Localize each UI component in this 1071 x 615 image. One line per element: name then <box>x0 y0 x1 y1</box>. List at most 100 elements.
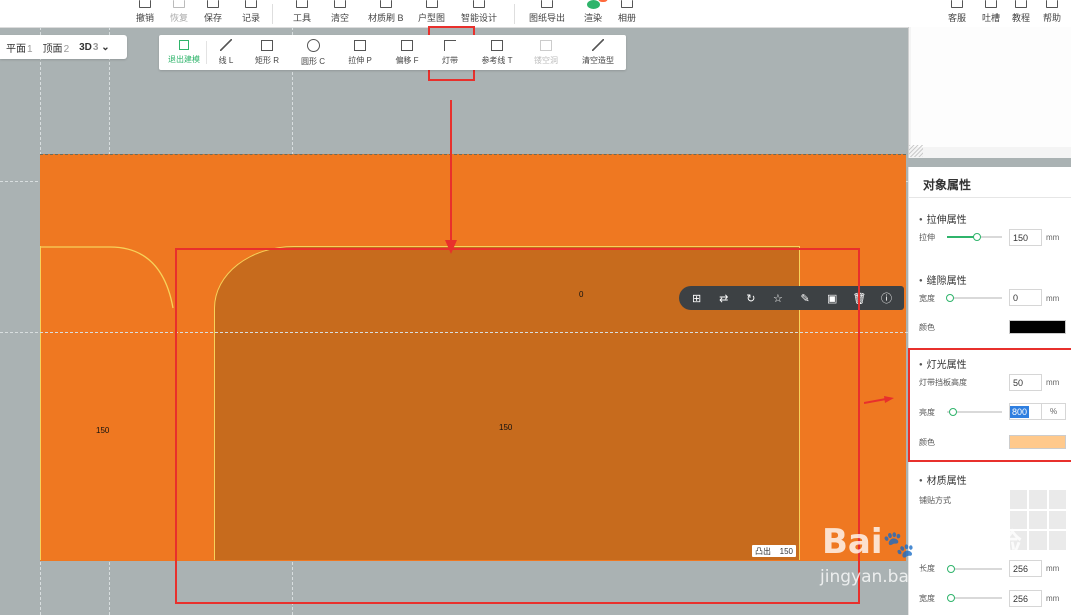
chevron-down-icon: ⌄ <box>101 41 110 53</box>
light-strip-tool-button[interactable]: 灯带 <box>434 35 466 70</box>
album-button[interactable]: 相册 <box>618 0 636 27</box>
save-label: 保存 <box>204 13 223 23</box>
circle-icon <box>306 38 320 52</box>
floorplan-button[interactable]: 户型图 <box>418 0 445 27</box>
floorplan-icon <box>425 0 438 8</box>
resize-handle[interactable] <box>909 145 923 157</box>
floorplan-label: 户型图 <box>418 13 446 23</box>
material-width-slider[interactable] <box>947 594 1002 602</box>
brightness-input[interactable]: 800 <box>1009 403 1042 420</box>
history-button[interactable]: 记录 <box>242 0 260 27</box>
brightness-unit: % <box>1042 403 1066 420</box>
album-icon <box>621 0 633 8</box>
brightness-slider[interactable] <box>947 408 1002 416</box>
clear-button[interactable]: 清空 <box>331 0 349 27</box>
length-input[interactable]: 256 <box>1009 560 1042 577</box>
material-width-slider-knob[interactable] <box>947 594 955 602</box>
view-3d[interactable]: 3D3 ⌄ <box>79 42 110 53</box>
offset-tool-button[interactable]: 偏移 F <box>389 35 425 70</box>
undo-icon <box>139 0 151 8</box>
customer-service-button[interactable]: 客服 <box>948 0 966 27</box>
clear-shape-tool-button[interactable]: 清空造型 <box>578 35 618 70</box>
hollow-icon <box>540 39 552 51</box>
material-brush-label: 材质刷 B <box>368 13 404 23</box>
light-color-swatch[interactable] <box>1009 435 1066 449</box>
length-unit: mm <box>1046 564 1060 573</box>
tools-button[interactable]: 工具 <box>293 0 311 27</box>
smart-design-button[interactable]: 智能设计 <box>461 0 497 27</box>
toolbar-divider <box>206 41 207 64</box>
line-tool-button[interactable]: 线 L <box>211 35 241 70</box>
rectangle-tool-button[interactable]: 矩形 R <box>249 35 285 70</box>
gap-color-swatch[interactable] <box>1009 320 1066 334</box>
paste-option[interactable] <box>1010 490 1028 509</box>
paste-method-label: 铺贴方式 <box>919 496 951 505</box>
undo-label: 撤销 <box>136 13 155 23</box>
feedback-label: 吐槽 <box>982 13 1001 23</box>
paste-option[interactable] <box>1029 510 1047 530</box>
paste-option[interactable] <box>1048 531 1066 550</box>
light-strip-icon <box>444 39 456 51</box>
extrude-tool-button[interactable]: 拉伸 P <box>342 35 378 70</box>
exit-modeling-button[interactable]: 退出建模 <box>164 35 204 70</box>
circle-tool-button[interactable]: 圆形 C <box>295 35 331 70</box>
view-top[interactable]: 顶面2 <box>43 40 70 55</box>
rectangle-icon <box>261 39 273 51</box>
brightness-value-selected: 800 <box>1010 405 1030 418</box>
dimension-label: 150 <box>96 426 110 435</box>
help-button[interactable]: 帮助 <box>1043 0 1061 27</box>
toolbar-divider <box>514 4 515 24</box>
stretch-input[interactable]: 150 <box>1009 229 1042 246</box>
help-label: 帮助 <box>1043 13 1062 23</box>
brush-icon <box>379 0 392 8</box>
eraser-icon <box>592 39 604 51</box>
brightness-slider-knob[interactable] <box>949 408 957 416</box>
extrude-icon <box>354 39 366 51</box>
export-drawing-button[interactable]: 图纸导出 <box>529 0 565 27</box>
gap-color-label: 颜色 <box>919 323 935 332</box>
save-icon <box>207 0 219 8</box>
save-button[interactable]: 保存 <box>204 0 222 27</box>
hollow-tool-button[interactable]: 镂空洞 <box>529 35 563 70</box>
material-section-title: 材质属性 <box>919 472 967 487</box>
paste-option[interactable] <box>1048 510 1066 530</box>
3d-preview-viewport[interactable] <box>911 27 1071 147</box>
view-plan[interactable]: 平面1 <box>6 40 33 55</box>
material-width-input[interactable]: 256 <box>1009 590 1042 607</box>
gap-width-slider[interactable] <box>946 294 1002 302</box>
top-toolbar: 撤销 恢复 保存 记录 工具 清空 材质刷 B 户型图 智能设计 图纸导出 渲染 <box>0 0 1071 28</box>
tools-icon <box>296 0 308 8</box>
redo-button[interactable]: 恢复 <box>170 0 188 27</box>
smart-design-icon <box>473 0 485 8</box>
tutorial-button[interactable]: 教程 <box>1012 0 1030 27</box>
watermark-url: jingyan.baidu.com <box>820 567 977 587</box>
render-button[interactable]: 渲染 <box>584 0 608 27</box>
material-brush-button[interactable]: 材质刷 B <box>368 0 404 27</box>
gap-width-unit: mm <box>1046 294 1060 303</box>
gap-section-title: 缝隙属性 <box>919 272 967 287</box>
material-width-unit: mm <box>1046 594 1060 603</box>
feedback-button[interactable]: 吐槽 <box>982 0 1000 27</box>
stretch-slider[interactable] <box>947 233 1002 241</box>
render-icon <box>586 0 608 9</box>
paw-icon: 🐾 <box>882 530 915 560</box>
paste-option[interactable] <box>1029 531 1047 550</box>
gap-width-input[interactable]: 0 <box>1009 289 1042 306</box>
light-color-label: 颜色 <box>919 438 935 447</box>
gap-width-slider-knob[interactable] <box>946 294 954 302</box>
guideline-tool-button[interactable]: 参考线 T <box>477 35 517 70</box>
highlight-box <box>175 248 860 604</box>
paste-option[interactable] <box>1029 490 1047 509</box>
baffle-height-input[interactable]: 50 <box>1009 374 1042 391</box>
tutorial-label: 教程 <box>1012 13 1031 23</box>
properties-title: 对象属性 <box>923 178 972 192</box>
arrow-down <box>445 100 457 254</box>
info-icon[interactable]: ⓘ <box>880 292 892 305</box>
undo-button[interactable]: 撤销 <box>136 0 154 27</box>
baffle-height-label: 灯带挡板高度 <box>919 378 967 387</box>
search-icon <box>1046 0 1058 8</box>
redo-icon <box>173 0 185 8</box>
export-icon <box>541 0 553 8</box>
paste-option[interactable] <box>1048 490 1066 509</box>
clock-icon <box>245 0 257 8</box>
